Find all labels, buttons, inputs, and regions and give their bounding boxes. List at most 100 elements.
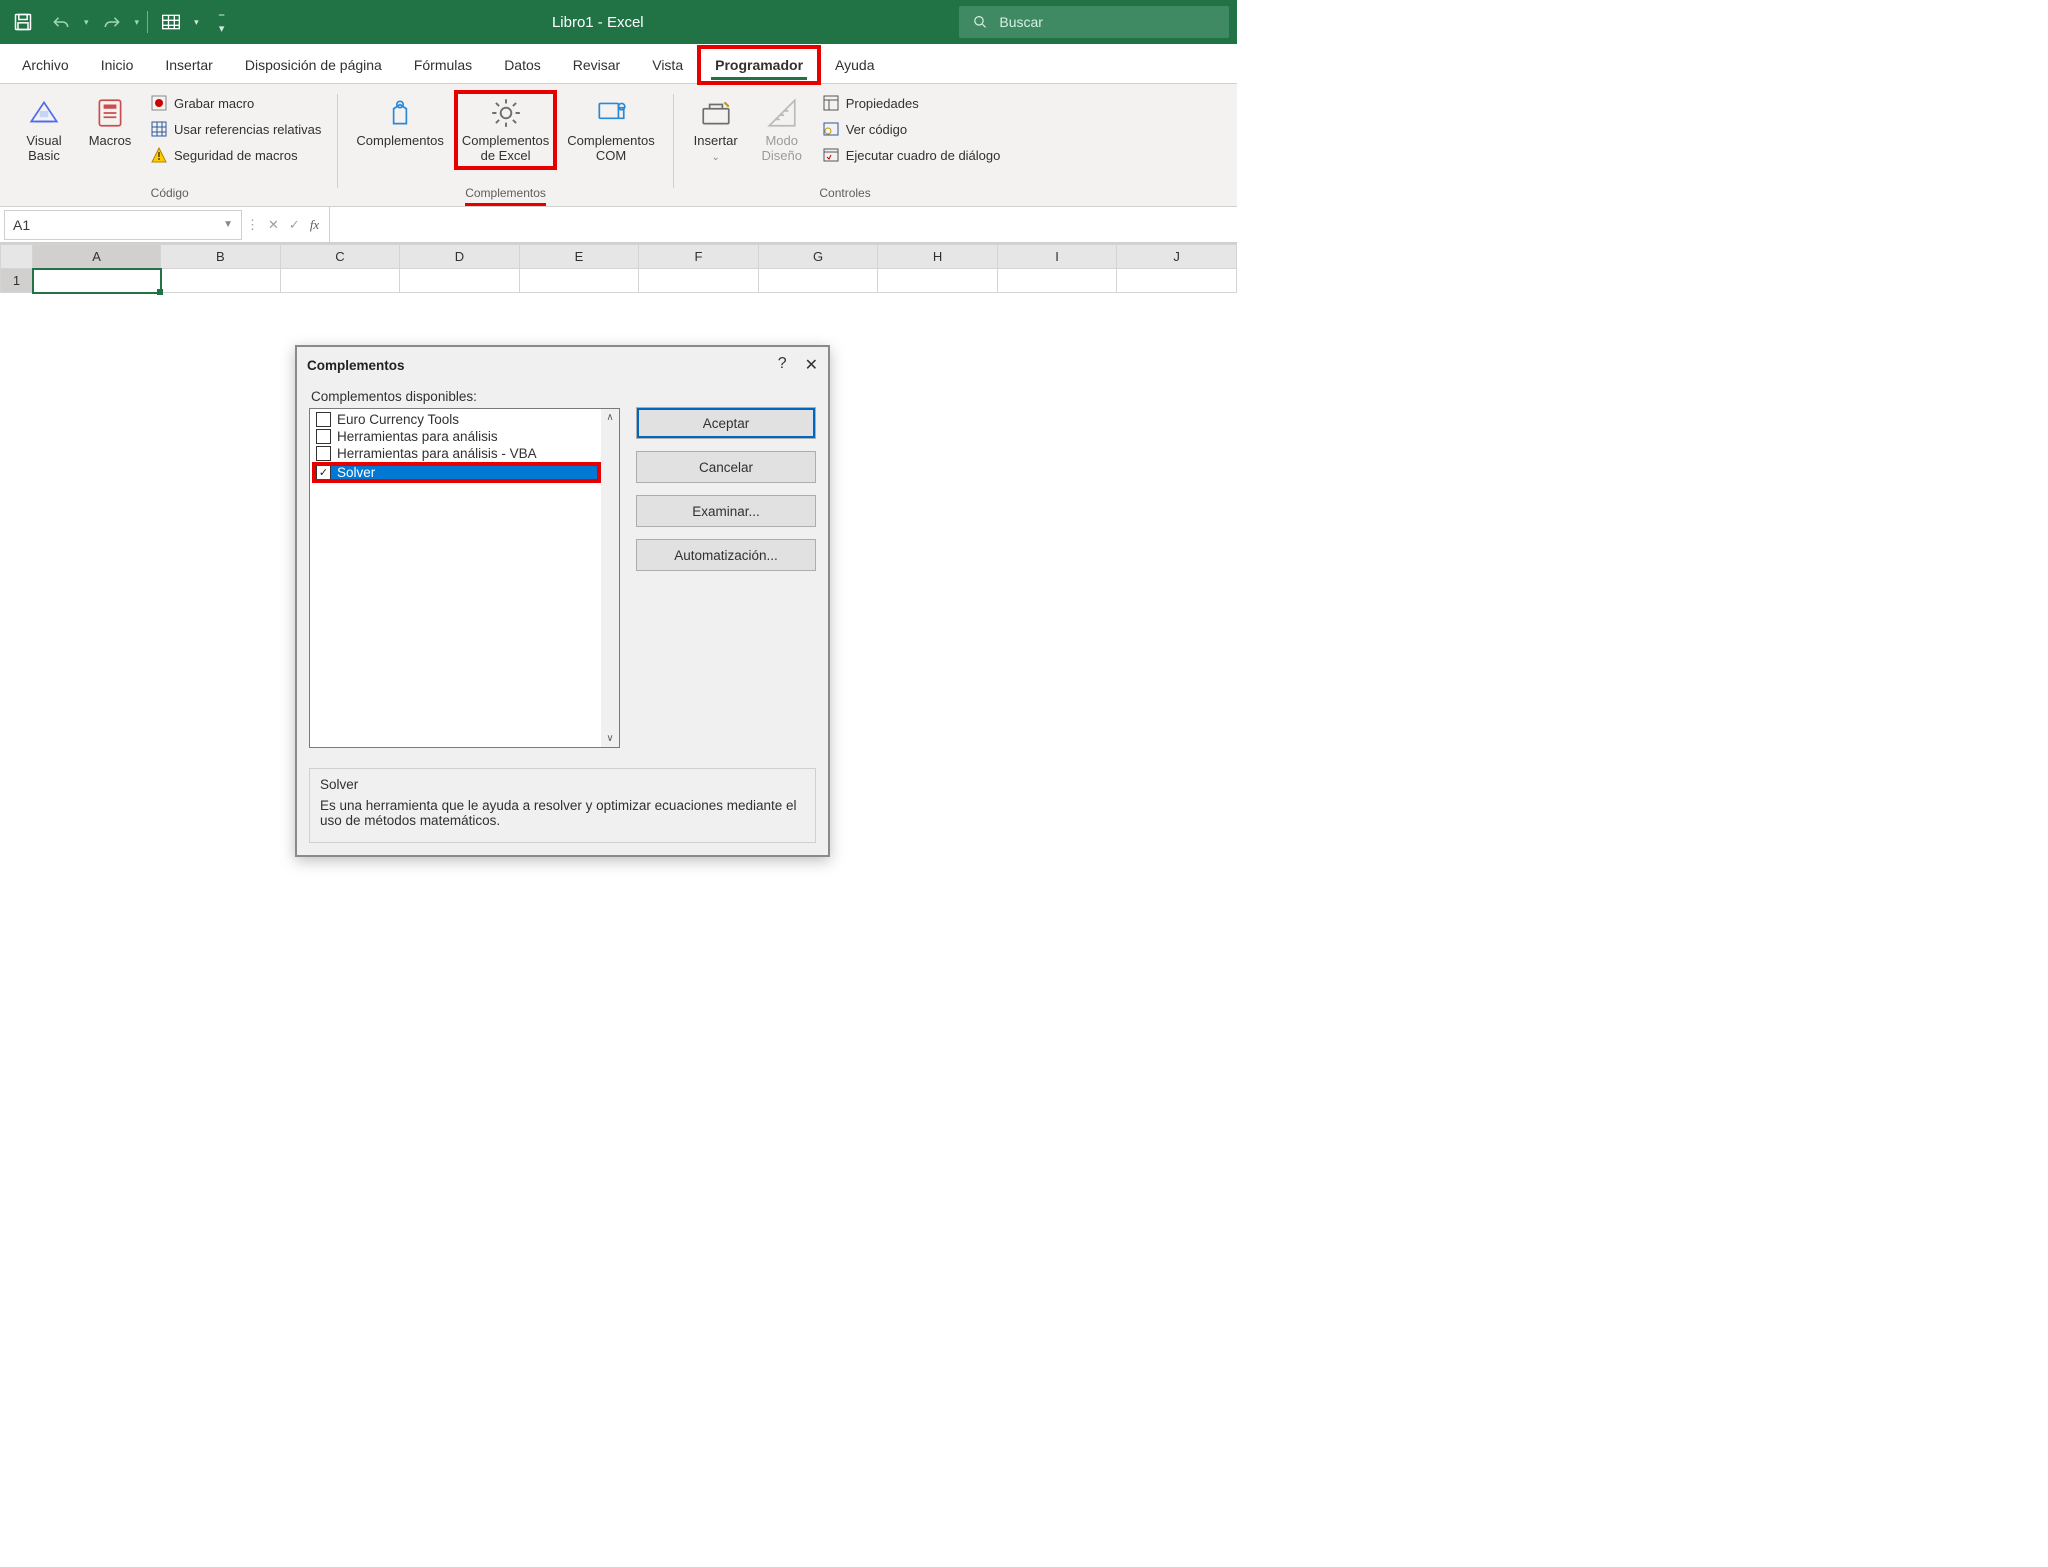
scroll-down-icon[interactable]: ∨ (606, 733, 613, 744)
col-header[interactable]: B (161, 245, 281, 269)
checkbox[interactable] (316, 429, 331, 444)
complementos-excel-button[interactable]: Complementos de Excel (456, 92, 555, 168)
fx-icon[interactable]: fx (310, 217, 319, 233)
examinar-button[interactable]: Examinar... (636, 495, 816, 527)
col-header[interactable]: I (997, 245, 1117, 269)
search-icon (973, 14, 987, 30)
com-addins-icon (594, 96, 628, 130)
col-header[interactable]: A (33, 245, 161, 269)
col-header[interactable]: E (519, 245, 639, 269)
seguridad-macros-button[interactable]: Seguridad de macros (146, 144, 325, 166)
cell[interactable] (280, 269, 400, 293)
help-icon[interactable]: ? (778, 355, 787, 375)
tab-disposicion[interactable]: Disposición de página (229, 47, 398, 83)
tab-insertar[interactable]: Insertar (149, 47, 228, 83)
list-item[interactable]: Herramientas para análisis - VBA (314, 445, 599, 462)
row-header[interactable]: 1 (1, 269, 33, 293)
run-dialog-icon (822, 146, 840, 164)
gear-icon (489, 96, 523, 130)
save-icon[interactable] (8, 7, 38, 37)
toolbox-icon (699, 96, 733, 130)
select-all-corner[interactable] (1, 245, 33, 269)
cancel-edit-icon: ✕ (268, 217, 279, 233)
cell[interactable] (519, 269, 639, 293)
customize-qat-icon[interactable]: ⎯▾ (207, 7, 237, 37)
tab-formulas[interactable]: Fórmulas (398, 47, 488, 83)
col-header[interactable]: G (758, 245, 878, 269)
table-icon[interactable] (156, 7, 186, 37)
warning-icon (150, 146, 168, 164)
complementos-dialog: Complementos ? ✕ Complementos disponible… (295, 345, 830, 857)
formula-input[interactable] (329, 207, 1237, 242)
desc-title: Solver (320, 777, 805, 792)
grabar-macro-button[interactable]: Grabar macro (146, 92, 325, 114)
usar-referencias-button[interactable]: Usar referencias relativas (146, 118, 325, 140)
col-header[interactable]: F (639, 245, 759, 269)
checkbox[interactable] (316, 446, 331, 461)
aceptar-button[interactable]: Aceptar (636, 407, 816, 439)
col-header[interactable]: H (878, 245, 998, 269)
tab-revisar[interactable]: Revisar (557, 47, 636, 83)
checkbox[interactable] (316, 412, 331, 427)
visual-basic-button[interactable]: Visual Basic (14, 92, 74, 168)
list-item[interactable]: Herramientas para análisis (314, 428, 599, 445)
dialog-title: Complementos (307, 358, 405, 373)
search-box[interactable] (959, 6, 1229, 38)
cell[interactable] (997, 269, 1117, 293)
ejecutar-dialogo-button[interactable]: Ejecutar cuadro de diálogo (818, 144, 1005, 166)
addins-icon (383, 96, 417, 130)
search-input[interactable] (997, 13, 1215, 31)
grid-ref-icon (150, 120, 168, 138)
col-header[interactable]: D (400, 245, 520, 269)
insertar-control-button[interactable]: Insertar⌄ (686, 92, 746, 168)
title-bar: ▾ ▾ ▾ ⎯▾ Libro1 - Excel (0, 0, 1237, 44)
formula-bar: A1 ▼ ⋮ ✕ ✓ fx (0, 207, 1237, 243)
tab-datos[interactable]: Datos (488, 47, 557, 83)
cell[interactable] (161, 269, 281, 293)
properties-icon (822, 94, 840, 112)
list-item-solver[interactable]: ✓ Solver (314, 464, 599, 481)
addins-listbox[interactable]: Euro Currency Tools Herramientas para an… (309, 408, 620, 748)
cancelar-button[interactable]: Cancelar (636, 451, 816, 483)
scroll-up-icon[interactable]: ∧ (606, 412, 613, 423)
ribbon: Visual Basic Macros Grabar macro Usar re… (0, 84, 1237, 207)
ribbon-tabs: Archivo Inicio Insertar Disposición de p… (0, 44, 1237, 84)
col-header[interactable]: J (1117, 245, 1237, 269)
group-label-controles: Controles (819, 184, 870, 206)
complementos-button[interactable]: Complementos (350, 92, 449, 153)
scrollbar[interactable]: ∧ ∨ (601, 409, 619, 747)
ruler-triangle-icon (765, 96, 799, 130)
col-header[interactable]: C (280, 245, 400, 269)
worksheet-grid[interactable]: A B C D E F G H I J 1 (0, 243, 1237, 293)
tab-archivo[interactable]: Archivo (6, 47, 85, 83)
modo-diseno-button: Modo Diseño (752, 92, 812, 168)
quick-access-toolbar: ▾ ▾ ▾ ⎯▾ (8, 7, 237, 37)
propiedades-button[interactable]: Propiedades (818, 92, 1005, 114)
tab-inicio[interactable]: Inicio (85, 47, 150, 83)
ver-codigo-button[interactable]: Ver código (818, 118, 1005, 140)
redo-icon[interactable] (97, 7, 127, 37)
group-complementos: Complementos Complementos de Excel Compl… (342, 88, 668, 206)
name-box[interactable]: A1 ▼ (4, 210, 242, 240)
group-label-codigo: Código (151, 184, 189, 206)
cell[interactable] (400, 269, 520, 293)
list-item[interactable]: Euro Currency Tools (314, 411, 599, 428)
macros-button[interactable]: Macros (80, 92, 140, 153)
cell[interactable] (639, 269, 759, 293)
cell[interactable] (1117, 269, 1237, 293)
window-title: Libro1 - Excel (245, 14, 951, 31)
checkbox[interactable]: ✓ (316, 465, 331, 480)
group-codigo: Visual Basic Macros Grabar macro Usar re… (6, 88, 333, 206)
close-icon[interactable]: ✕ (805, 355, 818, 375)
cell[interactable] (758, 269, 878, 293)
chevron-down-icon[interactable]: ▼ (223, 219, 233, 230)
tab-vista[interactable]: Vista (636, 47, 699, 83)
tab-programador[interactable]: Programador (699, 47, 819, 83)
tab-ayuda[interactable]: Ayuda (819, 47, 890, 83)
complementos-com-button[interactable]: Complementos COM (561, 92, 660, 168)
undo-icon[interactable] (46, 7, 76, 37)
cell-A1[interactable] (33, 269, 161, 293)
automatizacion-button[interactable]: Automatización... (636, 539, 816, 571)
macros-icon (93, 96, 127, 130)
cell[interactable] (878, 269, 998, 293)
